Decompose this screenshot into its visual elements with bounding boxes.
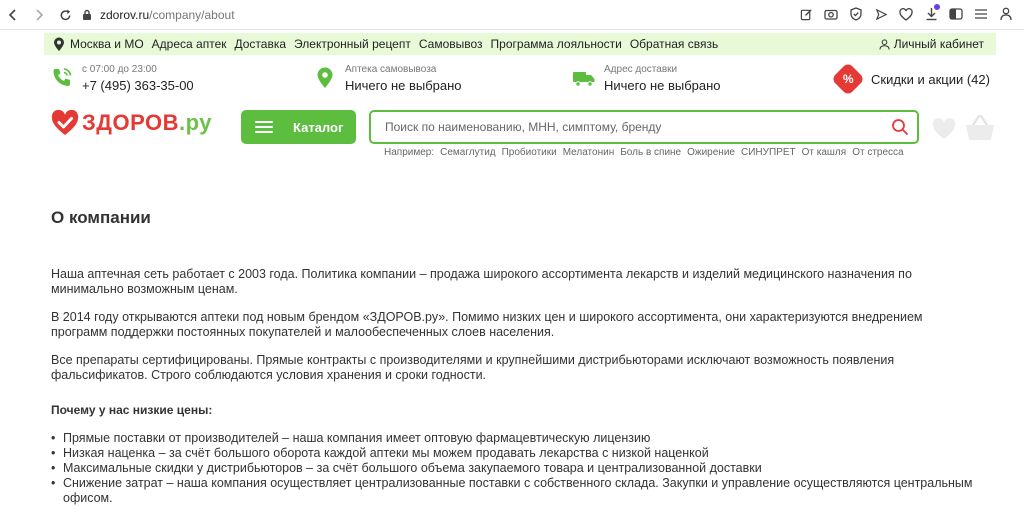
location-pin-icon <box>54 37 64 51</box>
topstrip-link[interactable]: Обратная связь <box>630 37 718 51</box>
theme-toggle-icon[interactable] <box>948 6 964 22</box>
low-prices-heading: Почему у нас низкие цены: <box>51 403 213 417</box>
hints-label: Например: <box>384 147 435 158</box>
send-icon[interactable] <box>873 6 889 22</box>
search-hints: Например: Семаглутид Пробиотики Мелатонин Б… <box>384 147 904 158</box>
forward-icon[interactable] <box>30 6 48 24</box>
cart-basket-icon[interactable] <box>964 112 996 144</box>
delivery-label: Адрес доставки <box>604 64 678 75</box>
low-prices-list: Прямые поставки от производителей – наша… <box>51 431 981 506</box>
edit-icon[interactable] <box>798 6 814 22</box>
phone-icon <box>53 68 72 86</box>
favorites-heart-icon[interactable] <box>932 118 956 140</box>
personal-cabinet-label: Личный кабинет <box>893 37 984 51</box>
discounts-label: Скидки и акции (42) <box>871 71 990 87</box>
pickup-value: Ничего не выбрано <box>345 78 462 93</box>
logo-text: ЗДОРОВ.ру <box>82 110 212 135</box>
list-item: Максимальные скидки у дистрибьюторов – з… <box>51 461 981 476</box>
back-icon[interactable] <box>4 6 22 24</box>
search-hint-link[interactable]: Ожирение <box>687 147 735 158</box>
search-hint-link[interactable]: Семаглутид <box>440 147 495 158</box>
info-row: с 07:00 до 23:00 +7 (495) 363-35-00 Апте… <box>0 60 1024 100</box>
heart-outline-icon[interactable] <box>898 6 914 22</box>
url-domain: zdorov.ru <box>100 8 150 22</box>
phone-number[interactable]: +7 (495) 363-35-00 <box>82 77 194 95</box>
catalog-label: Каталог <box>293 119 344 135</box>
search-box[interactable] <box>369 110 919 144</box>
topstrip-link[interactable]: Самовывоз <box>419 37 483 51</box>
paragraph-history: Наша аптечная сеть работает с 2003 года.… <box>51 267 912 296</box>
search-input[interactable] <box>385 120 875 134</box>
phone-hours: с 07:00 до 23:00 <box>82 64 157 75</box>
topstrip-link[interactable]: Москва и МО <box>70 37 144 51</box>
map-pin-icon <box>317 67 333 88</box>
user-icon <box>879 38 890 50</box>
personal-cabinet-link[interactable]: Личный кабинет <box>879 37 984 51</box>
browser-toolbar: zdorov.ru/company/about <box>0 0 1024 30</box>
top-strip: Москва и МО Адреса аптек Доставка Электронн… <box>44 33 996 55</box>
list-item: Низкая наценка – за счёт большого оборот… <box>51 446 981 461</box>
url-path: /company/about <box>149 8 235 22</box>
list-item: Снижение затрат – наша компания осуществ… <box>51 476 981 506</box>
search-hint-link[interactable]: От стресса <box>852 147 903 158</box>
delivery-truck-icon <box>573 72 595 87</box>
pickup-label: Аптека самовывоза <box>345 64 437 75</box>
paragraph-certification: Все препараты сертифицированы. Прямые ко… <box>51 353 895 382</box>
topstrip-link[interactable]: Электронный рецепт <box>294 37 411 51</box>
search-hint-link[interactable]: Мелатонин <box>563 147 615 158</box>
topstrip-link[interactable]: Программа лояльности <box>491 37 622 51</box>
camera-icon[interactable] <box>823 6 839 22</box>
catalog-button[interactable]: Каталог <box>241 110 356 144</box>
search-icon[interactable] <box>891 118 909 136</box>
reload-icon[interactable] <box>56 6 74 24</box>
list-settings-icon[interactable] <box>973 6 989 22</box>
topstrip-link[interactable]: Доставка <box>235 37 287 51</box>
list-item: Прямые поставки от производителей – наша… <box>51 431 981 446</box>
delivery-value: Ничего не выбрано <box>604 78 721 93</box>
address-bar[interactable]: zdorov.ru/company/about <box>82 5 235 25</box>
menu-icon <box>255 118 273 136</box>
profile-icon[interactable] <box>998 6 1014 22</box>
delivery-address-block[interactable]: Адрес доставки Ничего не выбрано <box>572 60 721 95</box>
site-logo[interactable]: ЗДОРОВ.ру <box>51 110 212 136</box>
topstrip-link[interactable]: Адреса аптек <box>152 37 227 51</box>
paragraph-brand: В 2014 году открываются аптеки под новым… <box>51 310 923 339</box>
logo-heart-icon <box>51 110 79 135</box>
lock-icon <box>83 9 91 20</box>
search-hint-link[interactable]: Боль в спине <box>620 147 681 158</box>
download-icon[interactable] <box>923 4 940 22</box>
shield-icon[interactable] <box>848 6 864 22</box>
discounts-link[interactable]: % Скидки и акции (42) <box>831 62 990 96</box>
search-hint-link[interactable]: От кашля <box>802 147 847 158</box>
phone-block[interactable]: с 07:00 до 23:00 +7 (495) 363-35-00 <box>50 60 194 95</box>
discount-icon: % <box>831 62 865 96</box>
page-title: О компании <box>51 208 151 227</box>
pickup-pharmacy-block[interactable]: Аптека самовывоза Ничего не выбрано <box>313 60 462 95</box>
search-hint-link[interactable]: СИНУПРЕТ <box>741 147 796 158</box>
search-hint-link[interactable]: Пробиотики <box>502 147 557 158</box>
about-content: Наша аптечная сеть работает с 2003 года.… <box>51 267 981 506</box>
